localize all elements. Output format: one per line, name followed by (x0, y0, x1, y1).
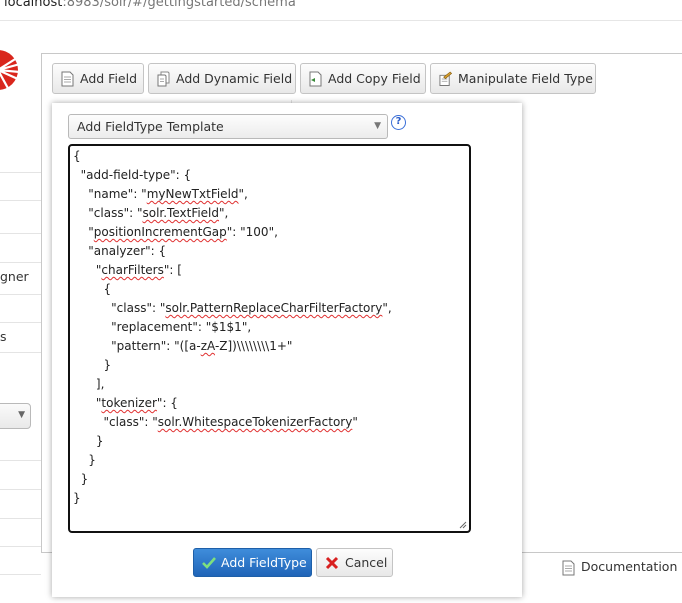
code-line: "positionIncrementGap": "100", (73, 225, 278, 239)
code-line: ], (73, 377, 105, 391)
code-line: "pattern": "([a-zA-Z])\\\\\\\\1+" (73, 339, 293, 353)
url-path: :8983/solr/#/gettingstarted/schema (62, 0, 296, 10)
nav-divider (0, 172, 41, 173)
url-bar[interactable]: localhost:8983/solr/#/gettingstarted/sch… (0, 0, 682, 20)
spellcheck-word: solr.WhitespaceTokenizerFactory (157, 415, 353, 429)
add-copy-field-label: Add Copy Field (328, 71, 421, 86)
nav-divider (0, 574, 41, 575)
left-nav: gner s ▼ (0, 0, 41, 603)
nav-divider (0, 460, 41, 461)
nav-divider (0, 294, 41, 295)
spellcheck-word: myNewTxtField (146, 187, 239, 201)
code-line: { (73, 282, 112, 296)
close-icon (325, 556, 339, 570)
chevron-down-icon: ▼ (374, 121, 381, 131)
code-line: "class": "solr.TextField", (73, 206, 229, 220)
spellcheck-word: charFilters (101, 263, 164, 277)
add-field-label: Add Field (80, 71, 138, 86)
nav-divider (0, 546, 41, 547)
edit-document-icon (439, 71, 452, 86)
code-line: } (73, 453, 96, 467)
add-fieldtype-label: Add FieldType (221, 555, 307, 570)
nav-item-thread-dumps[interactable]: s (0, 329, 7, 344)
code-line: "class": "solr.WhitespaceTokenizerFactor… (73, 415, 358, 429)
code-line: } (73, 472, 89, 486)
nav-divider (0, 518, 41, 519)
document-icon (61, 71, 74, 87)
solr-logo-icon[interactable] (0, 48, 20, 92)
resize-handle-icon[interactable] (459, 521, 467, 529)
code-line: "charFilters": [ (73, 263, 182, 277)
core-selector[interactable]: ▼ (0, 403, 31, 429)
copy-document-icon (309, 71, 322, 87)
code-line: { (73, 149, 81, 163)
spellcheck-word: solr.PatternReplaceCharFilterFactory (165, 301, 383, 315)
fieldtype-json-editor[interactable]: { "add-field-type": { "name": "myNewTxtF… (68, 144, 471, 533)
nav-divider (0, 262, 41, 263)
fieldtype-template-select[interactable]: Add FieldType Template ▼ (68, 114, 388, 139)
add-field-button[interactable]: Add Field (52, 63, 144, 94)
documents-icon (157, 71, 170, 87)
nav-divider (0, 200, 41, 201)
manipulate-field-type-label: Manipulate Field Type (458, 71, 593, 86)
code-line: "replacement": "$1$1", (73, 320, 252, 334)
code-line: "class": "solr.PatternReplaceCharFilterF… (73, 301, 392, 315)
chevron-down-icon: ▼ (18, 410, 25, 420)
url-bar-divider (0, 20, 682, 21)
nav-divider (0, 352, 41, 353)
document-icon (562, 560, 575, 576)
add-dynamic-field-button[interactable]: Add Dynamic Field (148, 63, 296, 94)
code-line: } (73, 434, 104, 448)
code-line: "analyzer": { (73, 244, 167, 258)
nav-divider (0, 233, 41, 234)
code-line: } (73, 358, 112, 372)
nav-divider (0, 489, 41, 490)
documentation-link[interactable]: Documentation (562, 559, 677, 577)
nav-item-schema-designer[interactable]: gner (0, 269, 29, 284)
add-fieldtype-button[interactable]: Add FieldType (193, 548, 312, 577)
fieldtype-template-value: Add FieldType Template (77, 119, 224, 134)
spellcheck-word: positionIncrementGap (93, 225, 227, 239)
code-line: } (73, 491, 81, 505)
checkmark-icon (202, 557, 216, 569)
documentation-label: Documentation (581, 559, 678, 574)
add-dynamic-field-label: Add Dynamic Field (176, 71, 293, 86)
add-copy-field-button[interactable]: Add Copy Field (300, 63, 426, 94)
spellcheck-word: tokenizer (101, 396, 157, 410)
code-line: "tokenizer": { (73, 396, 178, 410)
nav-divider (0, 322, 41, 323)
cancel-button[interactable]: Cancel (316, 548, 393, 577)
manipulate-field-type-button[interactable]: Manipulate Field Type (430, 63, 596, 94)
help-icon[interactable]: ? (391, 115, 406, 130)
cancel-label: Cancel (345, 555, 388, 570)
spellcheck-word: zA (200, 339, 215, 353)
code-line: "name": "myNewTxtField", (73, 187, 248, 201)
code-line: "add-field-type": { (73, 168, 192, 182)
spellcheck-word: solr.TextField (142, 206, 220, 220)
